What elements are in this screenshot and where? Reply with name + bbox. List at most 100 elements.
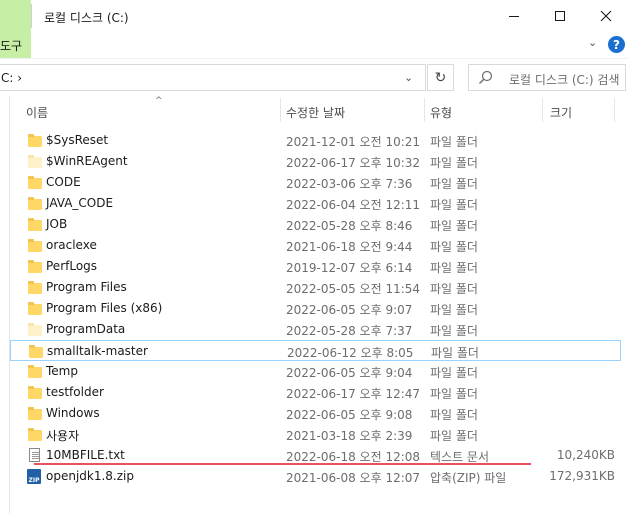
zip-file-icon: ZIP [27, 469, 41, 484]
file-type: 파일 폴더 [430, 324, 478, 338]
column-header-date[interactable]: 수정한 날짜 [286, 104, 345, 121]
help-icon[interactable]: ? [608, 36, 625, 53]
file-type: 압축(ZIP) 파일 [430, 471, 507, 485]
column-header-name[interactable]: 이름 [26, 104, 48, 121]
ribbon-tools-tab[interactable]: 도구 [0, 32, 31, 58]
folder-icon [28, 302, 42, 315]
file-row[interactable]: testfolder 2022-06-17 오후 12:47 파일 폴더 [10, 382, 621, 403]
file-date: 2022-06-12 오후 8:05 [287, 346, 414, 360]
file-date: 2022-06-17 오후 10:32 [286, 156, 421, 170]
column-separator[interactable] [280, 98, 281, 122]
close-button[interactable] [583, 0, 628, 32]
file-name: Temp [46, 364, 78, 378]
column-header-size[interactable]: 크기 [550, 104, 572, 121]
folder-faded-icon [28, 323, 42, 336]
file-date: 2019-12-07 오후 6:14 [286, 261, 413, 275]
refresh-icon: ↻ [434, 69, 447, 86]
folder-icon [28, 428, 42, 441]
file-name: $WinREAgent [46, 154, 128, 168]
file-type: 파일 폴더 [430, 219, 478, 233]
address-bar[interactable]: C: › ⌄ [0, 64, 426, 91]
file-name: smalltalk-master [47, 344, 148, 358]
ribbon-expand-chevron-icon[interactable]: ⌄ [588, 36, 597, 49]
address-history-chevron-icon[interactable]: ⌄ [404, 71, 413, 84]
file-name: CODE [46, 175, 81, 189]
file-type: 파일 폴더 [430, 366, 478, 380]
column-separator[interactable] [424, 98, 425, 122]
text-file-icon [29, 448, 40, 462]
file-date: 2022-06-17 오후 12:47 [286, 387, 421, 401]
file-row[interactable]: 사용자 2021-03-18 오후 2:39 파일 폴더 [10, 424, 621, 445]
address-path: C: › [1, 71, 23, 85]
file-name: Program Files [46, 280, 127, 294]
title-bar: 로컬 디스크 (C:) [0, 0, 628, 34]
column-separator[interactable] [614, 98, 615, 122]
file-date: 2022-03-06 오후 7:36 [286, 177, 413, 191]
file-type: 파일 폴더 [430, 429, 478, 443]
close-icon [600, 10, 612, 22]
search-input[interactable]: 로컬 디스크 (C:) 검색 [468, 64, 626, 91]
file-row[interactable]: JAVA_CODE 2022-06-04 오전 12:11 파일 폴더 [10, 193, 621, 214]
file-row[interactable]: Program Files 2022-05-05 오전 11:54 파일 폴더 [10, 277, 621, 298]
file-row[interactable]: Temp 2022-06-05 오후 9:04 파일 폴더 [10, 361, 621, 382]
folder-icon [28, 176, 42, 189]
refresh-button[interactable]: ↻ [427, 64, 454, 91]
file-date: 2022-05-28 오후 8:46 [286, 219, 413, 233]
file-row[interactable]: Program Files (x86) 2022-06-05 오후 9:07 파일 … [10, 298, 621, 319]
file-name: $SysReset [46, 133, 109, 147]
minimize-icon [509, 15, 519, 17]
file-type: 파일 폴더 [430, 303, 478, 317]
maximize-icon [555, 11, 565, 21]
file-name: openjdk1.8.zip [46, 469, 134, 483]
annotation-underline [34, 463, 531, 465]
folder-faded-icon [28, 155, 42, 168]
file-row[interactable]: $SysReset 2021-12-01 오전 10:21 파일 폴더 [10, 130, 621, 151]
folder-icon [28, 134, 42, 147]
column-separator[interactable] [542, 98, 543, 122]
file-name: JOB [46, 217, 68, 231]
file-date: 2021-06-08 오후 12:07 [286, 471, 421, 485]
search-placeholder: 로컬 디스크 (C:) 검색 [509, 73, 620, 87]
file-type: 파일 폴더 [430, 177, 478, 191]
file-row[interactable]: PerfLogs 2019-12-07 오후 6:14 파일 폴더 [10, 256, 621, 277]
file-date: 2021-06-18 오전 9:44 [286, 240, 413, 254]
folder-icon [28, 218, 42, 231]
ribbon-context-tab-top [0, 0, 31, 32]
file-type: 파일 폴더 [430, 408, 478, 422]
file-row[interactable]: $WinREAgent 2022-06-17 오후 10:32 파일 폴더 [10, 151, 621, 172]
column-header-type[interactable]: 유형 [430, 104, 452, 121]
file-row[interactable]: smalltalk-master 2022-06-12 오후 8:05 파일 폴더 [10, 340, 621, 361]
file-date: 2022-05-05 오전 11:54 [286, 282, 421, 296]
column-headers: ^ 이름 수정한 날짜 유형 크기 [10, 96, 628, 124]
folder-icon [28, 239, 42, 252]
file-name: oraclexe [46, 238, 97, 252]
sort-ascending-icon: ^ [155, 96, 163, 106]
folder-icon [28, 407, 42, 420]
file-name: 사용자 [46, 429, 80, 443]
file-list: $SysReset 2021-12-01 오전 10:21 파일 폴더 $WinREA… [10, 130, 628, 487]
file-name: 10MBFILE.txt [46, 448, 125, 462]
file-type: 파일 폴더 [430, 135, 478, 149]
file-type: 파일 폴더 [430, 156, 478, 170]
search-icon [479, 70, 493, 84]
file-row[interactable]: JOB 2022-05-28 오후 8:46 파일 폴더 [10, 214, 621, 235]
file-row[interactable]: oraclexe 2021-06-18 오전 9:44 파일 폴더 [10, 235, 621, 256]
file-name: PerfLogs [46, 259, 98, 273]
ribbon-bar: 도구 ⌄ ? [0, 32, 628, 58]
file-type: 파일 폴더 [430, 261, 478, 275]
file-date: 2022-05-28 오후 7:37 [286, 324, 413, 338]
file-row[interactable]: ProgramData 2022-05-28 오후 7:37 파일 폴더 [10, 319, 621, 340]
file-row[interactable]: CODE 2022-03-06 오후 7:36 파일 폴더 [10, 172, 621, 193]
window-title: 로컬 디스크 (C:) [44, 11, 129, 25]
file-type: 파일 폴더 [430, 282, 478, 296]
file-type: 파일 폴더 [431, 346, 479, 360]
folder-icon [29, 345, 43, 358]
minimize-button[interactable] [491, 0, 537, 32]
file-name: Program Files (x86) [46, 301, 163, 315]
file-row[interactable]: ZIP openjdk1.8.zip 2021-06-08 오후 12:07 압축(Z… [10, 466, 621, 487]
maximize-button[interactable] [537, 0, 583, 32]
file-row[interactable]: Windows 2022-06-05 오후 9:08 파일 폴더 [10, 403, 621, 424]
file-type: 파일 폴더 [430, 240, 478, 254]
folder-icon [28, 281, 42, 294]
folder-icon [28, 260, 42, 273]
